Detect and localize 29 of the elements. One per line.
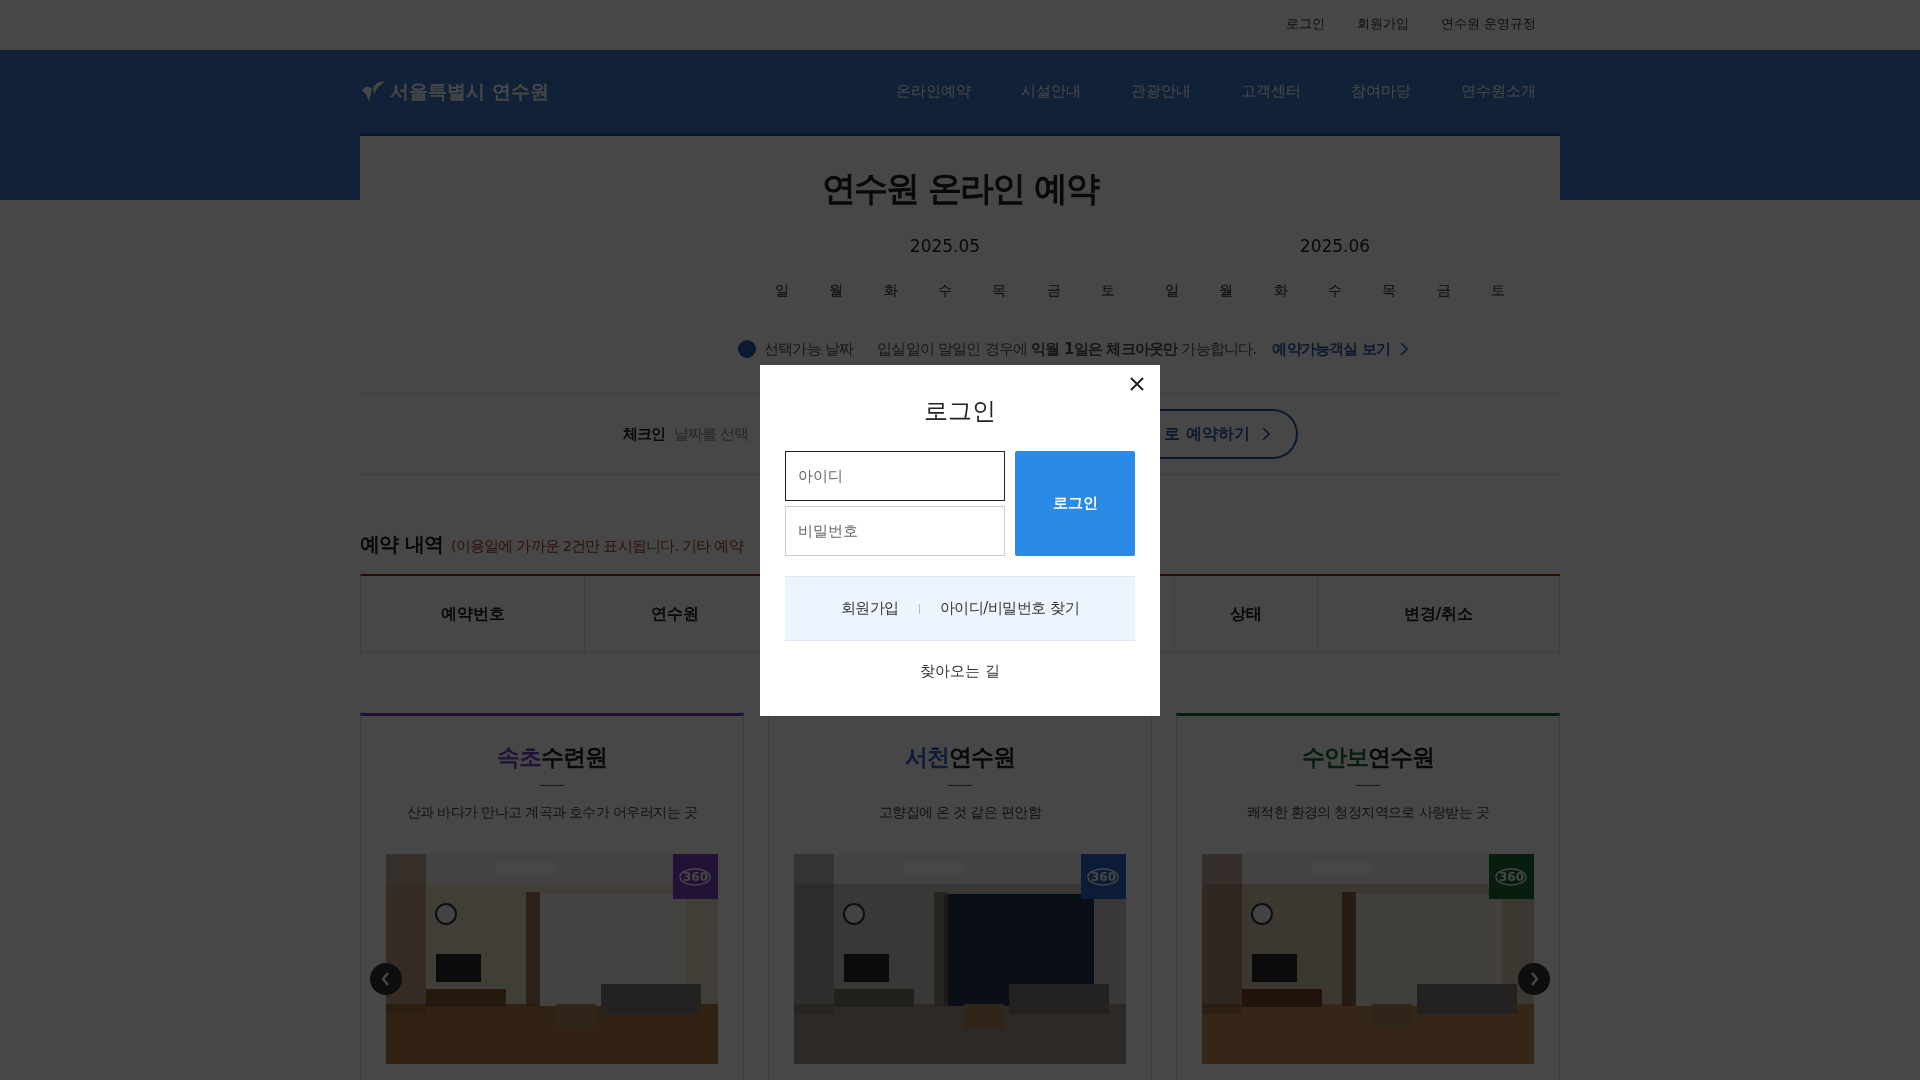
top-link[interactable]: 연수원 운영규정 xyxy=(1440,15,1536,33)
calendar-month: 2025.06 xyxy=(1298,235,1372,258)
weekday-label: 일 xyxy=(774,282,790,300)
login-button[interactable]: 로그인 xyxy=(1015,451,1135,556)
dialog-title: 로그인 xyxy=(923,396,997,427)
page-title: 연수원 온라인 예약 xyxy=(821,167,1100,210)
weekday-label: 일 xyxy=(1164,282,1180,300)
weekday-label: 수 xyxy=(1327,282,1343,300)
account-link[interactable]: 아이디/비밀번호 찾기 xyxy=(939,599,1080,618)
weekday-label: 목 xyxy=(1381,282,1398,300)
weekday-label: 화 xyxy=(882,282,899,300)
account-link[interactable]: 회원가입 xyxy=(840,599,899,618)
weekday-label: 토 xyxy=(1489,282,1506,300)
section-title: 예약 내역 xyxy=(360,531,443,558)
calendar-month: 2025.05 xyxy=(908,235,982,258)
password-input[interactable]: 비밀번호 xyxy=(785,506,1005,556)
weekday-label: 월 xyxy=(1218,282,1235,300)
directions-link[interactable]: 찾아오는 길 xyxy=(920,662,1000,681)
weekday-label: 월 xyxy=(828,282,845,300)
weekday-label: 수 xyxy=(937,282,953,300)
checkin-label: 체크인 xyxy=(623,424,666,444)
weekday-label: 금 xyxy=(1435,282,1452,300)
weekday-label: 금 xyxy=(1045,282,1062,300)
section-note: (이용일에 가까운 2건만 표시됩니다. 기타 예약 xyxy=(450,537,743,556)
id-input[interactable]: 아이디 xyxy=(785,451,1005,501)
weekday-label: 화 xyxy=(1272,282,1289,300)
close-icon[interactable] xyxy=(1130,377,1144,391)
weekday-label: 토 xyxy=(1099,282,1116,300)
weekday-label: 목 xyxy=(991,282,1008,300)
